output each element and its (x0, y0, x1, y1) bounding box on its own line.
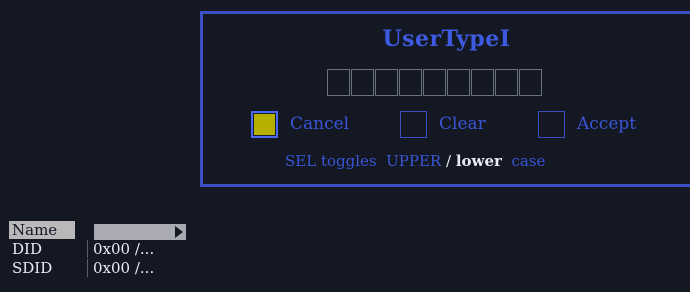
sdid-value: 0x00 /... (87, 259, 154, 277)
char-box[interactable] (327, 69, 350, 96)
character-entry-boxes[interactable] (327, 69, 543, 96)
accept-checkbox[interactable] (538, 110, 565, 138)
user-type-dialog: UserTypeI Cancel Clear Accept SEL toggle… (200, 11, 690, 187)
char-box[interactable] (351, 69, 374, 96)
info-panel: Name DID 0x00 /... SDID 0x00 /... (9, 218, 199, 288)
char-box[interactable] (375, 69, 398, 96)
info-row-name[interactable]: Name (9, 221, 199, 240)
cancel-checkbox[interactable] (251, 110, 278, 138)
hint-suffix: case (511, 152, 546, 170)
did-value: 0x00 /... (87, 240, 154, 258)
clear-checkbox[interactable] (400, 110, 427, 138)
case-toggle-hint: SEL toggles UPPER / lower case (285, 152, 545, 170)
hint-lower: lower (455, 152, 502, 170)
hint-upper: UPPER (386, 152, 442, 170)
name-value-bar[interactable] (94, 224, 186, 240)
accept-label: Accept (577, 114, 637, 134)
info-row-did: DID 0x00 /... (9, 240, 199, 258)
char-box[interactable] (423, 69, 446, 96)
dialog-title: UserTypeI (382, 26, 511, 52)
char-box[interactable] (519, 69, 542, 96)
arrow-right-icon[interactable] (175, 226, 183, 238)
clear-label: Clear (439, 114, 486, 134)
accept-option[interactable]: Accept (538, 110, 636, 138)
did-key: DID (12, 240, 42, 258)
cancel-label: Cancel (290, 114, 350, 134)
cancel-option[interactable]: Cancel (251, 110, 349, 138)
hint-separator: / (446, 152, 452, 170)
info-row-sdid: SDID 0x00 /... (9, 259, 199, 277)
sdid-key: SDID (12, 259, 53, 277)
name-key: Name (9, 221, 75, 239)
char-box[interactable] (399, 69, 422, 96)
clear-option[interactable]: Clear (400, 110, 486, 138)
char-box[interactable] (447, 69, 470, 96)
hint-prefix: SEL toggles (285, 152, 377, 170)
char-box[interactable] (495, 69, 518, 96)
char-box[interactable] (471, 69, 494, 96)
